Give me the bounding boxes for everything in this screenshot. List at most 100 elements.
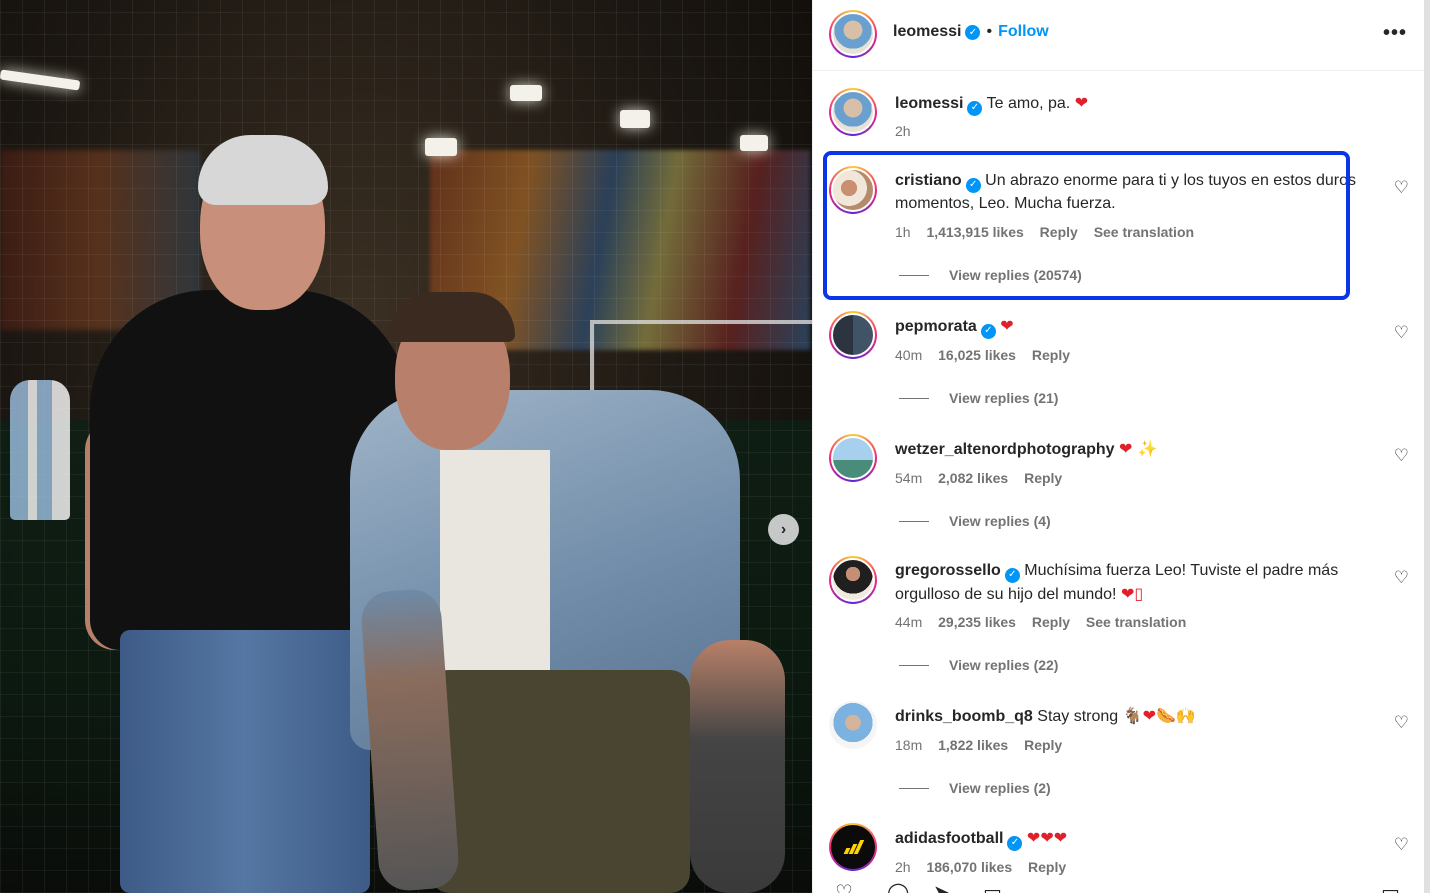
- reply-button[interactable]: Reply: [1028, 859, 1066, 875]
- comment-icon[interactable]: ◯: [887, 880, 909, 893]
- comment-time: 1h: [895, 224, 911, 240]
- view-replies-label: View replies (20574): [949, 267, 1082, 283]
- avatar[interactable]: [829, 311, 877, 359]
- view-replies-label: View replies (4): [949, 513, 1051, 529]
- heart-sparkles-emoji: ❤ ✨: [1119, 439, 1158, 458]
- person-leo-shorts: [430, 670, 690, 893]
- comment-meta: 1h 1,413,915 likes Reply See translation: [895, 224, 1206, 240]
- avatar[interactable]: [829, 823, 877, 871]
- comment-likes[interactable]: 2,082 likes: [938, 470, 1008, 486]
- comment-text: Stay strong: [1037, 708, 1119, 725]
- hearts-emoji: ❤❤❤: [1026, 828, 1068, 847]
- scrollbar[interactable]: [1424, 0, 1430, 893]
- like-heart-icon[interactable]: ♡: [1394, 323, 1409, 343]
- comment-time: 54m: [895, 470, 923, 486]
- comments-panel: leomessi ✓ • Follow ••• leomessi ✓ Te amo…: [812, 0, 1425, 893]
- caption-time: 2h: [895, 123, 911, 139]
- reply-button[interactable]: Reply: [1024, 737, 1062, 753]
- comment-username[interactable]: gregorossello: [895, 562, 1001, 579]
- ceiling-lamp: [620, 110, 650, 128]
- comment-likes[interactable]: 1,822 likes: [938, 737, 1008, 753]
- reply-button[interactable]: Reply: [1032, 347, 1070, 363]
- verified-icon: ✓: [965, 24, 981, 40]
- person-leo-leg: [690, 640, 785, 893]
- view-replies-button[interactable]: View replies (20574): [899, 267, 1082, 283]
- see-translation-button[interactable]: See translation: [1094, 224, 1194, 240]
- heart-emoji: ❤: [1074, 93, 1089, 112]
- ceiling-lamp: [740, 135, 768, 151]
- person-leo-hair: [390, 292, 515, 342]
- caption-username[interactable]: leomessi: [895, 95, 963, 112]
- comment-meta: 18m 1,822 likes Reply: [895, 737, 1074, 753]
- like-heart-icon[interactable]: ♡: [1394, 446, 1409, 466]
- avatar[interactable]: [829, 701, 877, 749]
- see-translation-button[interactable]: See translation: [1086, 614, 1186, 630]
- avatar[interactable]: [829, 88, 877, 136]
- replies-divider: [899, 664, 929, 666]
- caption-meta: 2h: [895, 123, 923, 139]
- author-username[interactable]: leomessi: [893, 23, 961, 41]
- like-heart-icon[interactable]: ♡: [1394, 568, 1409, 588]
- view-replies-button[interactable]: View replies (2): [899, 780, 1051, 796]
- comment-time: 40m: [895, 347, 923, 363]
- verified-icon: ✓: [1004, 567, 1020, 583]
- view-replies-label: View replies (2): [949, 780, 1051, 796]
- person-leo-shirt: [440, 450, 550, 670]
- avatar[interactable]: [829, 166, 877, 214]
- comment-meta: 2h 186,070 likes Reply: [895, 859, 1078, 875]
- comment-likes[interactable]: 186,070 likes: [926, 859, 1012, 875]
- comment-likes[interactable]: 16,025 likes: [938, 347, 1016, 363]
- comment-time: 44m: [895, 614, 923, 630]
- view-replies-button[interactable]: View replies (4): [899, 513, 1051, 529]
- like-heart-icon[interactable]: ♡: [1394, 178, 1409, 198]
- message-icon[interactable]: ▭: [983, 880, 1002, 893]
- view-replies-label: View replies (22): [949, 657, 1059, 673]
- comment-time: 2h: [895, 859, 911, 875]
- follow-button[interactable]: Follow: [998, 23, 1049, 41]
- reply-button[interactable]: Reply: [1032, 614, 1070, 630]
- avatar[interactable]: [829, 434, 877, 482]
- caption-text: Te amo, pa.: [986, 95, 1071, 112]
- post-photo: ›: [0, 0, 812, 893]
- emoji-group: 🐐❤🌭🙌: [1122, 706, 1196, 725]
- separator-dot: •: [986, 23, 993, 40]
- comment-username[interactable]: pepmorata: [895, 318, 977, 335]
- comment-username[interactable]: cristiano: [895, 172, 962, 189]
- share-icon[interactable]: ➤: [933, 880, 950, 893]
- verified-icon: ✓: [1007, 835, 1023, 851]
- replies-divider: [899, 520, 929, 522]
- save-icon[interactable]: ▭: [1381, 880, 1400, 893]
- ceiling-lamp: [510, 85, 542, 101]
- view-replies-button[interactable]: View replies (22): [899, 657, 1058, 673]
- like-icon[interactable]: ♡: [835, 880, 853, 893]
- comment-likes[interactable]: 29,235 likes: [938, 614, 1016, 630]
- like-heart-icon[interactable]: ♡: [1394, 835, 1409, 855]
- reply-button[interactable]: Reply: [1040, 224, 1078, 240]
- reply-button[interactable]: Reply: [1024, 470, 1062, 486]
- avatar[interactable]: [829, 556, 877, 604]
- ceiling-lamp: [425, 138, 457, 156]
- post-action-bar: ♡ ◯ ➤ ▭ ▭: [813, 880, 1425, 893]
- post-header: leomessi ✓ • Follow •••: [813, 0, 1425, 71]
- comment-meta: 54m 2,082 likes Reply: [895, 470, 1074, 486]
- chevron-right-icon: ›: [780, 520, 787, 538]
- comment-meta: 40m 16,025 likes Reply: [895, 347, 1082, 363]
- carousel-next-button[interactable]: ›: [768, 514, 799, 545]
- comment-username[interactable]: drinks_boomb_q8: [895, 708, 1033, 725]
- adidas-logo-icon: [843, 840, 865, 854]
- comment-username[interactable]: wetzer_altenordphotography: [895, 441, 1115, 458]
- verified-icon: ✓: [965, 177, 981, 193]
- view-replies-button[interactable]: View replies (21): [899, 390, 1058, 406]
- like-heart-icon[interactable]: ♡: [1394, 713, 1409, 733]
- more-options-icon[interactable]: •••: [1383, 22, 1407, 45]
- person-father-jeans: [120, 630, 370, 893]
- comment-username[interactable]: adidasfootball: [895, 830, 1003, 847]
- replies-divider: [899, 397, 929, 399]
- avatar[interactable]: [829, 10, 877, 58]
- comment-likes[interactable]: 1,413,915 likes: [926, 224, 1023, 240]
- view-replies-label: View replies (21): [949, 390, 1059, 406]
- heart-emoji: ❤: [1000, 316, 1014, 335]
- verified-icon: ✓: [967, 100, 983, 116]
- replies-divider: [899, 274, 929, 276]
- comment-meta: 44m 29,235 likes Reply See translation: [895, 614, 1198, 630]
